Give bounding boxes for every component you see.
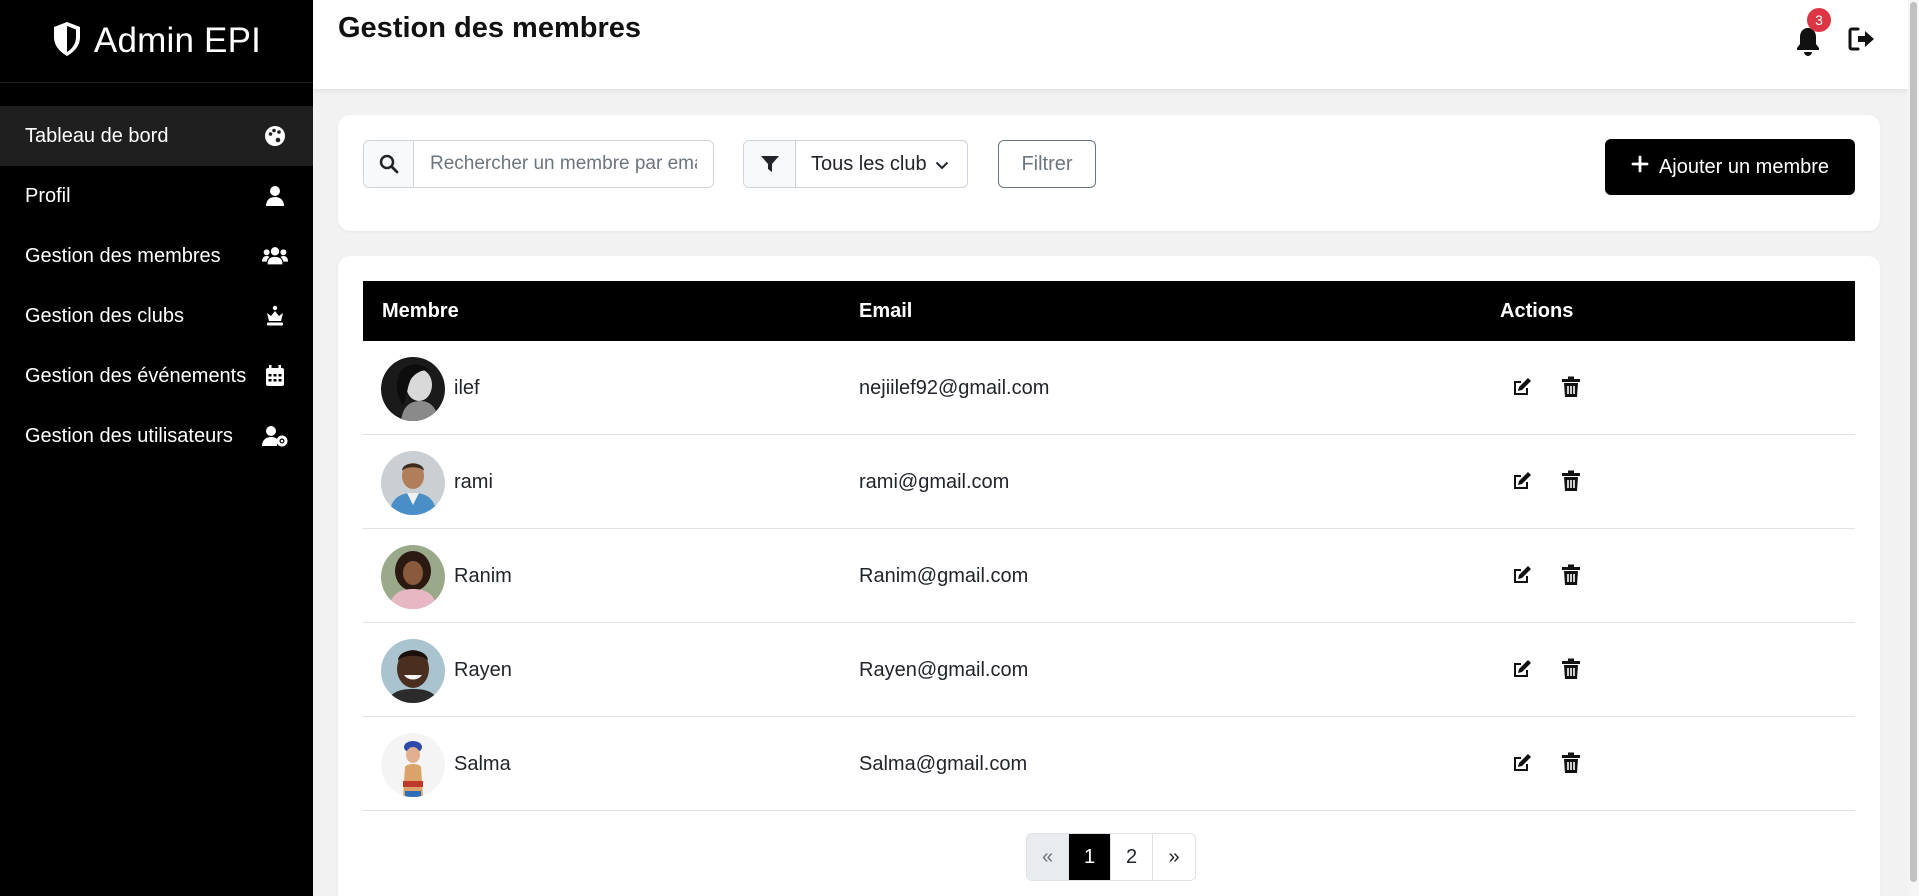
club-select[interactable]: Tous les club [796,141,967,187]
toolbar-card: Tous les club Filtrer Ajouter un membre [338,115,1880,231]
top-header: Gestion des membres 3 [313,0,1908,89]
trash-icon[interactable] [1561,564,1585,588]
trash-icon[interactable] [1561,752,1585,776]
table-row: Salma Salma@gmail.com [363,717,1855,811]
shield-icon [52,21,82,62]
column-header-member: Membre [382,300,459,322]
sidebar-item-label: Gestion des membres [25,244,221,267]
sidebar-item-label: Gestion des événements [25,364,247,387]
member-email: Salma@gmail.com [859,753,1028,775]
member-email: rami@gmail.com [859,471,1010,493]
palette-icon [262,125,288,147]
filter-button[interactable]: Filtrer [998,140,1096,188]
brand[interactable]: Admin EPI [0,0,313,83]
club-filter[interactable]: Tous les club [743,140,968,188]
pagination-prev[interactable]: « [1027,834,1069,880]
avatar [381,733,445,797]
member-name: ilef [454,377,480,399]
sidebar-item-tableau-de-bord[interactable]: Tableau de bord [0,106,313,166]
pagination-next[interactable]: » [1153,834,1195,880]
avatar [381,451,445,515]
member-email: Rayen@gmail.com [859,659,1029,681]
trash-icon[interactable] [1561,470,1585,494]
table-header: Membre Email Actions [363,281,1855,341]
search-input[interactable] [414,141,713,187]
avatar [381,639,445,703]
pagination: « 1 2 » [1026,833,1196,881]
avatar [381,545,445,609]
scrollbar-thumb[interactable] [1910,2,1917,882]
trash-icon[interactable] [1561,658,1585,682]
member-name: Rayen [454,659,512,681]
edit-icon[interactable] [1511,376,1535,400]
member-email: nejiilef92@gmail.com [859,377,1050,399]
filter-icon [744,141,796,187]
sidebar-item-label: Gestion des utilisateurs [25,424,233,447]
member-name: rami [454,471,493,493]
sidebar-item-label: Tableau de bord [25,124,169,147]
pagination-page-1[interactable]: 1 [1069,834,1111,880]
sidebar-item-clubs[interactable]: Gestion des clubs [0,286,313,346]
edit-icon[interactable] [1511,752,1535,776]
plus-icon [1631,155,1649,179]
sidebar-item-evenements[interactable]: Gestion des événements [0,346,313,406]
users-icon [262,245,288,267]
page-title: Gestion des membres [338,12,641,44]
edit-icon[interactable] [1511,564,1535,588]
edit-icon[interactable] [1511,470,1535,494]
trash-icon[interactable] [1561,376,1585,400]
column-header-email: Email [859,300,913,322]
chevron-down-icon [935,153,949,176]
calendar-icon [262,365,288,387]
sidebar-item-utilisateurs[interactable]: Gestion des utilisateurs [0,406,313,466]
club-select-value: Tous les club [811,152,927,175]
user-icon [262,185,288,207]
sidebar: Admin EPI Tableau de bord Profil Gestion… [0,0,313,896]
sidebar-item-label: Gestion des clubs [25,304,184,327]
pagination-page-2[interactable]: 2 [1111,834,1153,880]
chess-queen-icon [262,305,288,327]
column-header-actions: Actions [1500,300,1574,322]
add-member-button[interactable]: Ajouter un membre [1605,139,1855,195]
add-member-label: Ajouter un membre [1658,155,1830,178]
brand-title: Admin EPI [93,21,262,60]
table-row: ilef nejiilef92@gmail.com [363,341,1855,435]
sidebar-item-membres[interactable]: Gestion des membres [0,226,313,286]
table-row: Ranim Ranim@gmail.com [363,529,1855,623]
member-name: Ranim [454,565,512,587]
sidebar-nav: Tableau de bord Profil Gestion des membr… [0,106,313,466]
table-row: rami rami@gmail.com [363,435,1855,529]
member-name: Salma [454,753,511,775]
sidebar-item-profil[interactable]: Profil [0,166,313,226]
search-group [363,140,714,188]
notification-badge: 3 [1807,8,1831,32]
sidebar-item-label: Profil [25,184,71,207]
edit-icon[interactable] [1511,658,1535,682]
member-email: Ranim@gmail.com [859,565,1029,587]
search-icon [364,141,414,187]
table-row: Rayen Rayen@gmail.com [363,623,1855,717]
page-scrollbar[interactable] [1908,0,1919,896]
user-gear-icon [262,425,288,447]
avatar [381,357,445,421]
logout-icon[interactable] [1848,26,1878,56]
members-table-card: Membre Email Actions ilef nejiilef92@gma… [338,256,1880,896]
